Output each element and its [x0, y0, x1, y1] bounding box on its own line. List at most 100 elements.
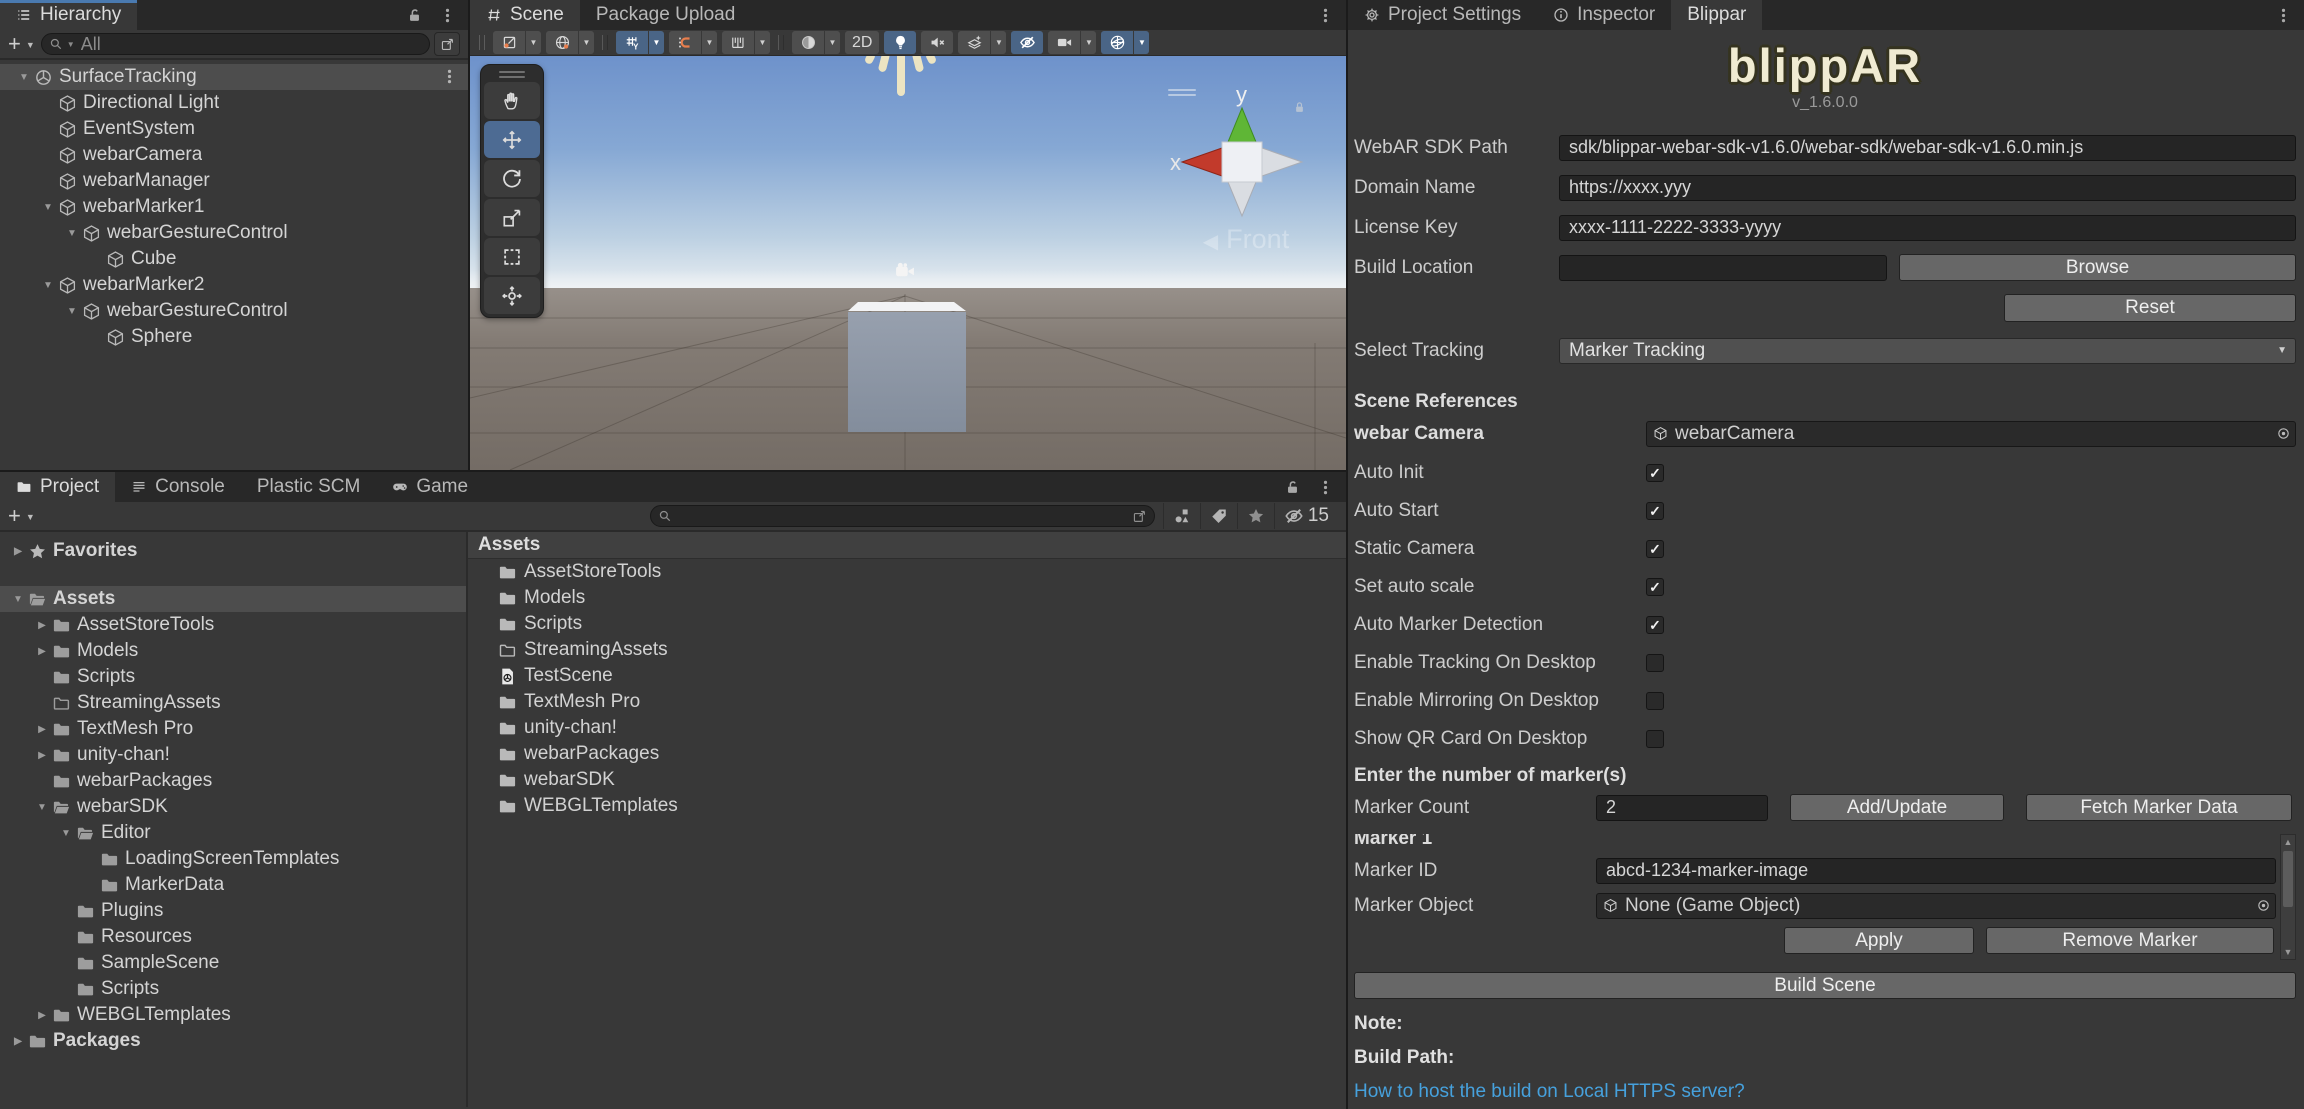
tab-plastic-scm[interactable]: Plastic SCM	[241, 472, 376, 502]
rotate-tool-button[interactable]	[484, 160, 540, 197]
scene-effects-button[interactable]	[958, 31, 991, 54]
marker-count-input[interactable]	[1596, 794, 1768, 821]
filter-by-type-icon[interactable]	[1162, 503, 1200, 529]
draw-mode-dropdown-caret-icon[interactable]: ▼	[825, 31, 840, 54]
checkbox-show-qr-card-on-desktop[interactable]	[1646, 730, 1664, 748]
scene-visibility-button[interactable]	[1011, 31, 1044, 54]
toggle-2d-button[interactable]: 2D	[845, 31, 880, 54]
favorites-filter-icon[interactable]	[1236, 503, 1274, 529]
scroll-thumb[interactable]	[2283, 851, 2293, 907]
create-button[interactable]: +	[8, 33, 21, 55]
lock-icon[interactable]	[1284, 479, 1301, 496]
asset-item-webarsdk[interactable]: webarSDK	[468, 767, 1346, 793]
object-picker-icon[interactable]	[2276, 426, 2291, 441]
tab-inspector[interactable]: Inspector	[1537, 0, 1671, 30]
project-tree-item-editor[interactable]: ▼ Editor	[0, 820, 466, 846]
expander-icon[interactable]: ▶	[8, 1036, 28, 1047]
tool-handle-rotation-button[interactable]	[546, 31, 578, 54]
build-location-input[interactable]	[1559, 254, 1887, 281]
checkbox-enable-tracking-on-desktop[interactable]	[1646, 654, 1664, 672]
gizmos-button[interactable]	[1101, 31, 1134, 54]
scroll-down-icon[interactable]: ▼	[2284, 945, 2293, 959]
hierarchy-item-eventsystem[interactable]: EventSystem	[0, 116, 468, 142]
checkbox-auto-marker-detection[interactable]: ✓	[1646, 616, 1664, 634]
scene-lighting-button[interactable]	[884, 31, 917, 54]
https-help-link[interactable]: How to host the build on Local HTTPS ser…	[1354, 1081, 2296, 1103]
remove-marker-button[interactable]: Remove Marker	[1986, 927, 2274, 954]
filter-by-label-icon[interactable]	[1199, 503, 1237, 529]
search-filter-caret-icon[interactable]: ▼	[67, 40, 75, 49]
scroll-up-icon[interactable]: ▲	[2284, 835, 2293, 849]
gizmos-dropdown-caret-icon[interactable]: ▼	[1134, 31, 1150, 54]
grid-snapping-button[interactable]	[669, 31, 701, 54]
view-tool-button[interactable]	[484, 82, 540, 119]
reset-button[interactable]: Reset	[2004, 293, 2296, 322]
asset-item-scripts[interactable]: Scripts	[468, 611, 1346, 637]
grid-snapping-dropdown-caret-icon[interactable]: ▼	[702, 31, 717, 54]
hierarchy-item-surfacetracking[interactable]: ▼ SurfaceTracking	[0, 64, 468, 90]
license-key-input[interactable]	[1559, 214, 2296, 241]
hierarchy-item-sphere[interactable]: Sphere	[0, 324, 468, 350]
tab-package-upload[interactable]: Package Upload	[580, 0, 751, 30]
apply-button[interactable]: Apply	[1784, 927, 1974, 954]
hierarchy-item-webarmarker2[interactable]: ▼ webarMarker2	[0, 272, 468, 298]
expander-icon[interactable]: ▼	[38, 202, 58, 213]
expander-icon[interactable]: ▼	[62, 228, 82, 239]
create-button[interactable]: +	[8, 505, 21, 527]
item-menu-icon[interactable]	[441, 68, 458, 85]
open-new-window-icon[interactable]	[1132, 509, 1147, 524]
camera-settings-dropdown-caret-icon[interactable]: ▼	[1081, 31, 1097, 54]
panel-menu-icon[interactable]	[1317, 7, 1334, 24]
project-tree-item-webarpackages[interactable]: webarPackages	[0, 768, 466, 794]
expander-icon[interactable]: ▶	[32, 1010, 52, 1021]
scene-audio-button[interactable]	[921, 31, 954, 54]
asset-item-testscene[interactable]: TestScene	[468, 663, 1346, 689]
camera-gizmo-icon[interactable]	[892, 260, 918, 282]
marker-id-input[interactable]	[1596, 857, 2276, 884]
rect-tool-button[interactable]	[484, 238, 540, 275]
project-search[interactable]	[649, 504, 1155, 528]
grid-visibility-dropdown-caret-icon[interactable]: ▼	[649, 31, 664, 54]
select-tracking-dropdown[interactable]: Marker Tracking ▼	[1559, 337, 2296, 364]
build-scene-button[interactable]: Build Scene	[1354, 972, 2296, 999]
project-tree-item-assetstoretools[interactable]: ▶ AssetStoreTools	[0, 612, 466, 638]
object-picker-icon[interactable]	[2256, 898, 2271, 913]
hierarchy-search[interactable]: ▼	[40, 32, 430, 56]
browse-button[interactable]: Browse	[1899, 254, 2296, 281]
checkbox-set-auto-scale[interactable]: ✓	[1646, 578, 1664, 596]
project-tree-item-markerdata[interactable]: MarkerData	[0, 872, 466, 898]
create-dropdown-caret-icon[interactable]: ▼	[26, 512, 35, 522]
create-dropdown-caret-icon[interactable]: ▼	[26, 40, 35, 50]
tab-project-settings[interactable]: Project Settings	[1348, 0, 1537, 30]
project-tree-item-unity-chan[interactable]: ▶ unity-chan!	[0, 742, 466, 768]
panel-menu-icon[interactable]	[439, 7, 456, 24]
move-tool-button[interactable]	[484, 121, 540, 158]
tab-console[interactable]: Console	[115, 472, 241, 502]
hierarchy-item-webargesturecontrol[interactable]: ▼ webarGestureControl	[0, 298, 468, 324]
project-tree-item-models[interactable]: ▶ Models	[0, 638, 466, 664]
marker-scrollbar[interactable]: ▲ ▼	[2280, 834, 2296, 960]
asset-item-webgltemplates[interactable]: WEBGLTemplates	[468, 793, 1346, 819]
tab-scene[interactable]: Scene	[470, 0, 580, 30]
expander-icon[interactable]: ▼	[56, 828, 76, 839]
project-search-input[interactable]	[675, 504, 1128, 528]
toolbar-drag-handle[interactable]	[479, 35, 485, 50]
transform-tool-button[interactable]	[484, 277, 540, 314]
checkbox-auto-start[interactable]: ✓	[1646, 502, 1664, 520]
tab-game[interactable]: Game	[376, 472, 484, 502]
lock-icon[interactable]	[406, 7, 423, 24]
fetch-marker-data-button[interactable]: Fetch Marker Data	[2026, 794, 2292, 821]
webar-sdk-path-input[interactable]	[1559, 134, 2296, 161]
tool-handle-position-dropdown-caret-icon[interactable]: ▼	[526, 31, 541, 54]
cube-object[interactable]	[840, 296, 980, 436]
expander-icon[interactable]: ▶	[32, 724, 52, 735]
expander-icon[interactable]: ▶	[32, 750, 52, 761]
asset-item-webarpackages[interactable]: webarPackages	[468, 741, 1346, 767]
checkbox-static-camera[interactable]: ✓	[1646, 540, 1664, 558]
expander-icon[interactable]: ▶	[32, 646, 52, 657]
project-tree-item-streamingassets[interactable]: StreamingAssets	[0, 690, 466, 716]
snap-increment-dropdown-caret-icon[interactable]: ▼	[755, 31, 770, 54]
project-tree-item-samplescene[interactable]: SampleScene	[0, 950, 466, 976]
open-new-window-icon[interactable]	[434, 32, 460, 56]
add-update-button[interactable]: Add/Update	[1790, 794, 2004, 821]
